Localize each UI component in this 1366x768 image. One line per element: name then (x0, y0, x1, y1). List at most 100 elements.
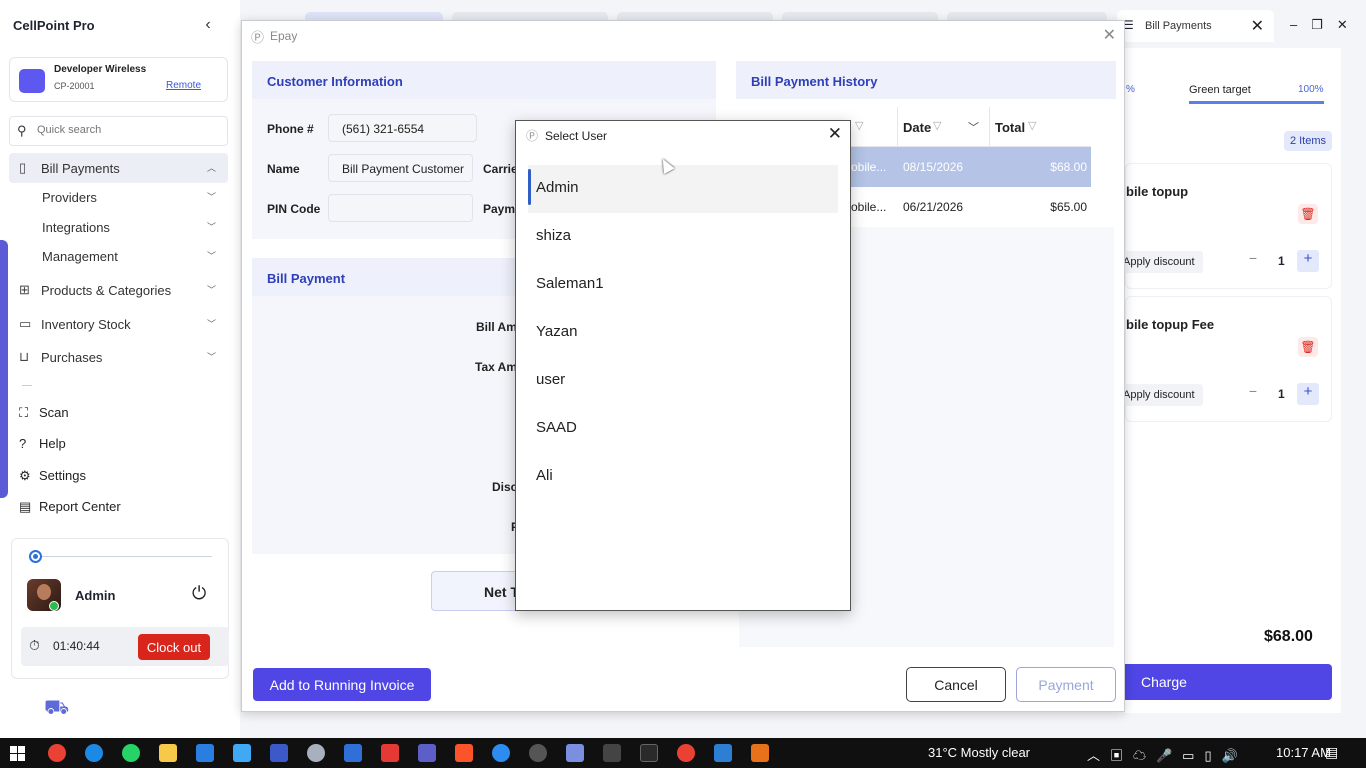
search-input[interactable] (37, 124, 217, 136)
decrement-button[interactable]: − (1242, 383, 1264, 405)
notification-icon[interactable]: ▤ (1325, 744, 1338, 761)
increment-button[interactable]: + (1297, 383, 1319, 405)
sidebar-item-management[interactable]: Management ﹀ (9, 241, 228, 271)
sidebar-item-integrations[interactable]: Integrations ﹀ (9, 212, 228, 242)
list-item[interactable]: Admin (528, 165, 838, 213)
progress-radio[interactable] (29, 550, 42, 563)
chevron-down-icon: ﹀ (206, 222, 216, 232)
sidebar-item-help[interactable]: ? Help (19, 436, 66, 451)
clock-out-button[interactable]: Clock out (138, 634, 210, 660)
chrome-icon[interactable] (48, 744, 66, 762)
trash-icon[interactable]: 🗑 (1298, 337, 1318, 357)
app-icon[interactable] (344, 744, 362, 762)
avatar (27, 579, 61, 611)
grid-icon: ⊞ (19, 282, 30, 297)
close-icon[interactable]: ✕ (828, 124, 842, 144)
app-icon[interactable] (307, 744, 325, 762)
filter-icon[interactable]: ▽ (1028, 119, 1036, 132)
weather-status[interactable]: 31°C Mostly clear (928, 745, 1030, 760)
background-tab[interactable] (617, 12, 773, 20)
sidebar-item-providers[interactable]: Providers ﹀ (9, 182, 228, 212)
background-tab[interactable] (947, 12, 1107, 20)
sidebar-item-label: Providers (42, 190, 97, 205)
background-tab[interactable] (452, 12, 608, 20)
cellpoint-icon[interactable] (270, 744, 288, 762)
column-divider (989, 107, 990, 147)
name-field[interactable]: Bill Payment Customer (328, 154, 473, 182)
quick-search[interactable]: ⚲ (9, 116, 228, 146)
background-tab[interactable] (305, 12, 443, 20)
charge-button[interactable]: Charge (1125, 664, 1332, 700)
app-icon[interactable] (714, 744, 732, 762)
trash-icon[interactable]: 🗑 (1298, 204, 1318, 224)
brave-icon[interactable] (455, 744, 473, 762)
store-card[interactable]: Developer Wireless CP-20001 Remote (9, 57, 228, 102)
clock[interactable]: 10:17 AM (1276, 745, 1331, 760)
filter-icon[interactable]: ▽ (855, 119, 863, 132)
sidebar-item-purchases[interactable]: ⊔ Purchases ﹀ (9, 342, 228, 372)
list-item[interactable]: shiza (528, 213, 838, 261)
store-icon[interactable] (196, 744, 214, 762)
chevron-down-icon: ﹀ (206, 352, 216, 362)
app-icon[interactable] (751, 744, 769, 762)
sidebar-item-settings[interactable]: ⚙ Settings (19, 468, 86, 484)
edge-icon[interactable] (85, 744, 103, 762)
close-tab-icon[interactable]: ✕ (1251, 16, 1264, 36)
list-item[interactable]: Yazan (528, 309, 838, 357)
calculator-icon[interactable] (603, 744, 621, 762)
list-item[interactable]: user (528, 357, 838, 405)
sidebar-item-inventory[interactable]: ▭ Inventory Stock ﹀ (9, 309, 228, 339)
decrement-button[interactable]: − (1242, 250, 1264, 272)
windows-start-icon[interactable] (10, 746, 25, 761)
phone-field[interactable]: (561) 321-6554 (328, 114, 477, 142)
cancel-button[interactable]: Cancel (906, 667, 1006, 702)
app-icon[interactable] (640, 744, 658, 762)
app-title: CellPoint Pro (13, 18, 95, 33)
app-icon[interactable] (492, 744, 510, 762)
list-item[interactable]: Saleman1 (528, 261, 838, 309)
epay-logo-icon: Ⓟ (251, 30, 265, 45)
increment-button[interactable]: + (1297, 250, 1319, 272)
window-controls[interactable]: –❐✕ (1290, 17, 1362, 33)
app-icon[interactable] (529, 744, 547, 762)
chrome-icon[interactable] (677, 744, 695, 762)
list-item[interactable]: SAAD (528, 405, 838, 453)
sidebar: CellPoint Pro ‹ Developer Wireless CP-20… (0, 0, 240, 738)
add-to-running-invoice-button[interactable]: Add to Running Invoice (253, 668, 431, 701)
column-header-total: Total (995, 120, 1026, 135)
payment-button[interactable]: Payment (1016, 667, 1116, 702)
progress-track (36, 556, 212, 557)
pin-field[interactable] (328, 194, 473, 222)
sidebar-item-products[interactable]: ⊞ Products & Categories ﹀ (9, 275, 228, 305)
app-icon[interactable] (233, 744, 251, 762)
chevron-down-icon[interactable]: ﹀ (968, 119, 979, 135)
whatsapp-icon[interactable] (122, 744, 140, 762)
remote-link[interactable]: Remote (166, 80, 201, 91)
apply-discount-button[interactable]: Apply discount (1123, 384, 1203, 406)
file-explorer-icon[interactable] (159, 744, 177, 762)
scan-icon: ⛶ (19, 405, 29, 420)
app-icon[interactable] (566, 744, 584, 762)
background-tab[interactable] (782, 12, 938, 20)
delivery-truck-icon[interactable]: ⛟ (44, 697, 69, 722)
bill-amount-label: Bill Am (476, 320, 517, 334)
power-icon[interactable]: ⏻ (192, 583, 206, 604)
sidebar-item-bill-payments[interactable]: ▯ Bill Payments ︿ (9, 153, 228, 183)
system-tray[interactable]: ︿▣☁🎤▭▯🔊 (1087, 745, 1248, 764)
tab-label: Bill Payments (1145, 20, 1212, 32)
collapse-sidebar-button[interactable]: ‹ (200, 16, 216, 34)
teams-icon[interactable] (418, 744, 436, 762)
apply-discount-button[interactable]: Apply discount (1123, 251, 1203, 273)
sidebar-item-report-center[interactable]: ▤ Report Center (19, 499, 121, 515)
list-item[interactable]: Ali (528, 453, 838, 501)
filter-icon[interactable]: ▽ (933, 119, 941, 132)
chevron-down-icon: ﹀ (206, 251, 216, 261)
green-target-bar (1189, 101, 1324, 104)
quantity-value: 1 (1278, 387, 1285, 401)
tab-bill-payments[interactable]: ☰ Bill Payments ✕ (1117, 10, 1274, 42)
quantity-value: 1 (1278, 254, 1285, 268)
app-icon[interactable] (381, 744, 399, 762)
carrier-label: Carrie (483, 162, 518, 176)
sidebar-item-scan[interactable]: ⛶ Scan (19, 405, 69, 421)
close-icon[interactable]: ✕ (1103, 25, 1116, 45)
